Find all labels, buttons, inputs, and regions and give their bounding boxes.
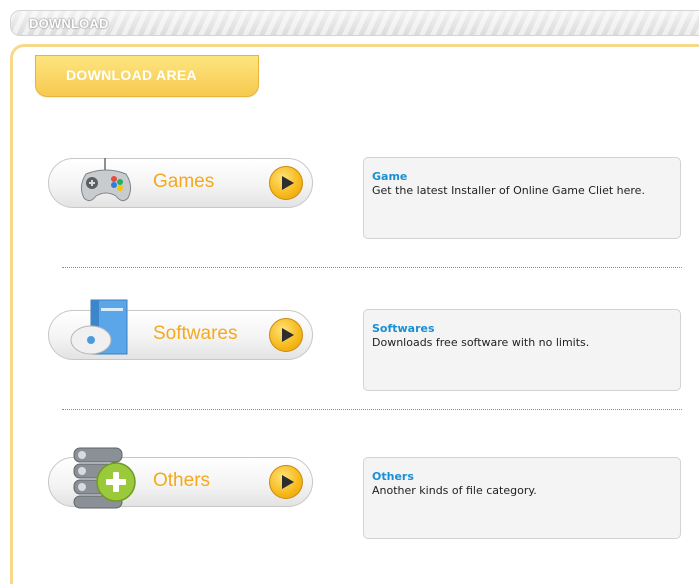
- play-icon: [269, 465, 303, 499]
- softwares-info-box: Softwares Downloads free software with n…: [363, 309, 681, 391]
- software-box-icon: [63, 296, 133, 364]
- download-area-tab: DOWNLOAD AREA: [35, 55, 259, 97]
- softwares-info-title: Softwares: [372, 322, 435, 335]
- header-bar: DOWNLOAD: [10, 10, 699, 36]
- header-title: DOWNLOAD: [29, 16, 109, 31]
- server-add-icon: [72, 446, 144, 514]
- others-label: Others: [153, 470, 211, 491]
- others-info-text: Another kinds of file category.: [372, 484, 537, 497]
- gamepad-icon: [76, 156, 136, 212]
- play-icon: [269, 318, 303, 352]
- softwares-info-text: Downloads free software with no limits.: [372, 336, 590, 349]
- others-info-box: Others Another kinds of file category.: [363, 457, 681, 539]
- tab-label: DOWNLOAD AREA: [66, 67, 197, 83]
- softwares-label: Softwares: [153, 323, 238, 344]
- others-info-title: Others: [372, 470, 414, 483]
- games-info-title: Game: [372, 170, 408, 183]
- divider: [62, 267, 682, 268]
- games-label: Games: [153, 171, 215, 192]
- play-icon: [269, 166, 303, 200]
- games-info-box: Game Get the latest Installer of Online …: [363, 157, 681, 239]
- divider: [62, 409, 682, 410]
- games-info-text: Get the latest Installer of Online Game …: [372, 184, 645, 197]
